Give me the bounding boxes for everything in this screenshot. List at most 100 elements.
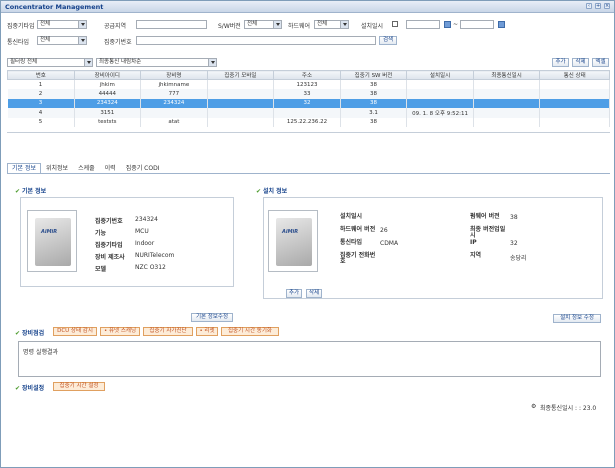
table-cell: [406, 89, 474, 99]
table-cell: [473, 98, 541, 108]
tab-item[interactable]: 이력: [100, 163, 121, 173]
table-cell: [473, 79, 541, 89]
field-value: NZC O312: [135, 264, 166, 271]
window-title: Concentrator Management: [5, 3, 104, 11]
time-set-button[interactable]: 집중기 시간 설정: [53, 382, 105, 391]
column-header[interactable]: 장비명: [140, 70, 208, 80]
table-cell: 32: [273, 98, 341, 108]
delete-button[interactable]: 삭제: [572, 58, 589, 67]
table-cell: [539, 79, 610, 89]
tab-item[interactable]: 집중기 CODI: [121, 163, 165, 173]
collapse-icon[interactable]: ‹: [586, 3, 592, 9]
table-row[interactable]: 2 44444 777 33 38: [7, 89, 610, 99]
calendar-icon[interactable]: [444, 21, 451, 28]
field-label: 하드웨어 버전: [340, 226, 376, 233]
sw-label: S/W버전: [218, 23, 241, 30]
field-label: 최종 버전업일시: [470, 226, 506, 239]
table-cell: [207, 117, 275, 127]
table-cell: [539, 108, 610, 118]
type-label: 집중기타입: [7, 23, 35, 30]
install-info-panel: AiMiR 추가 삭제 설치일시 하드웨어 버전 26 통신타입 CDMA 집중기 전화번…: [263, 197, 603, 299]
table-header: 번호 장비아이디 장비명 집중기 모바일 주소 집중기 SW 버전 설치일시 최종통신일시 통신…: [7, 70, 610, 80]
table-cell: atat: [140, 117, 208, 127]
result-area[interactable]: 명령 실행결과: [18, 341, 601, 377]
table-cell: 1: [7, 79, 75, 89]
table-cell: [539, 89, 610, 99]
install-to-input[interactable]: [460, 20, 494, 29]
detail-tabs: 기본 정보 위치정보 스케줄 이력 집중기 CODI: [7, 163, 164, 173]
settings-title: ✔ 장비설정: [15, 385, 45, 392]
filter-select[interactable]: 필터링 전체: [7, 58, 93, 67]
table-row[interactable]: 3 234324 234324 32 38: [7, 98, 610, 108]
table-cell: 38: [340, 89, 408, 99]
type-select[interactable]: 전체: [37, 20, 87, 29]
last-comm-text: 최종통신일시 : : 23.0: [540, 405, 597, 412]
search-button[interactable]: 검색: [379, 36, 397, 45]
table-cell: [406, 79, 474, 89]
column-header[interactable]: 번호: [7, 70, 75, 80]
column-header[interactable]: 주소: [273, 70, 341, 80]
column-header[interactable]: 장비아이디: [73, 70, 142, 80]
table-cell: [539, 117, 610, 127]
device-image: AiMiR: [27, 210, 77, 272]
add-button[interactable]: 추가: [552, 58, 569, 67]
table-row[interactable]: 4 3151 3.1 09. 1. 8 오후 9:52:11: [7, 108, 610, 118]
check-action-button[interactable]: • 퓨넷 스캐닝: [100, 327, 140, 336]
check-title: ✔ 장비점검: [15, 330, 45, 337]
field-value: 32: [510, 240, 518, 247]
field-value: 송당리: [510, 255, 527, 262]
install-from-input[interactable]: [406, 20, 440, 29]
tab-item[interactable]: 스케줄: [73, 163, 100, 173]
table-row[interactable]: 1 jhkim jhkimname 123123 38: [7, 79, 610, 89]
basic-info-panel: AiMiR 집중기번호 234324 기능 MCU 집중기타입 Indoor 장비 제조사 N…: [20, 197, 234, 287]
table-cell: 2: [7, 89, 75, 99]
check-action-button[interactable]: DCU 상태 감시: [53, 327, 97, 336]
tab-item[interactable]: 기본 정보: [7, 163, 41, 173]
result-label: 명령 실행결과: [23, 349, 59, 356]
table-cell: 38: [340, 79, 408, 89]
check-action-button[interactable]: 집중기 시간 동기화: [221, 327, 279, 336]
check-icon: ✔: [15, 330, 21, 337]
table-cell: 123123: [273, 79, 341, 89]
check-action-button[interactable]: • 리셋: [196, 327, 218, 336]
field-label: 통신타입: [340, 239, 363, 246]
comm-label: 통신타입: [7, 39, 30, 46]
table-cell: 3.1: [340, 108, 408, 118]
column-header[interactable]: 집중기 모바일: [206, 70, 275, 80]
check-action-button[interactable]: 집중기 자가진단: [143, 327, 193, 336]
install-delete-button[interactable]: 삭제: [306, 289, 322, 298]
check-icon: ✔: [15, 188, 21, 195]
table-cell: 5: [7, 117, 75, 127]
last-comm-icon: ⚙: [531, 403, 537, 410]
table-cell: [207, 98, 275, 108]
maximize-icon[interactable]: +: [595, 3, 601, 9]
tab-item[interactable]: 위치정보: [41, 163, 73, 173]
calendar-icon[interactable]: [498, 21, 505, 28]
close-icon[interactable]: ×: [604, 3, 610, 9]
range-separator: ~: [453, 21, 459, 28]
table-cell: jhkim: [74, 79, 142, 89]
column-header[interactable]: 집중기 SW 버전: [339, 70, 408, 80]
install-edit-button[interactable]: 설치 정보 수정: [553, 314, 601, 323]
column-header[interactable]: 통신 상태: [539, 70, 610, 80]
hw-select[interactable]: 전체: [314, 20, 349, 29]
comm-select[interactable]: 전체: [37, 36, 87, 45]
table-row[interactable]: 5 teststs atat 125.22.236.22 38: [7, 117, 610, 127]
install-add-button[interactable]: 추가: [286, 289, 302, 298]
table-cell: [207, 79, 275, 89]
table-cell: 3: [7, 98, 75, 108]
basic-edit-button[interactable]: 기본 정보수정: [191, 313, 233, 322]
column-header[interactable]: 최종통신일시: [472, 70, 541, 80]
install-checkbox[interactable]: [392, 21, 398, 27]
sort-select[interactable]: 최종통신 내림차순: [96, 58, 217, 67]
table-cell: 44444: [74, 89, 142, 99]
table-cell: 234324: [140, 98, 208, 108]
supply-input[interactable]: [136, 20, 207, 29]
hw-label: 하드웨어: [288, 23, 311, 30]
excel-button[interactable]: 엑셀: [592, 58, 609, 67]
install-label: 설치일시: [361, 23, 384, 30]
id-input[interactable]: [136, 36, 376, 45]
column-header[interactable]: 설치일시: [406, 70, 474, 80]
table-cell: 09. 1. 8 오후 9:52:11: [406, 108, 474, 118]
sw-select[interactable]: 전체: [244, 20, 282, 29]
